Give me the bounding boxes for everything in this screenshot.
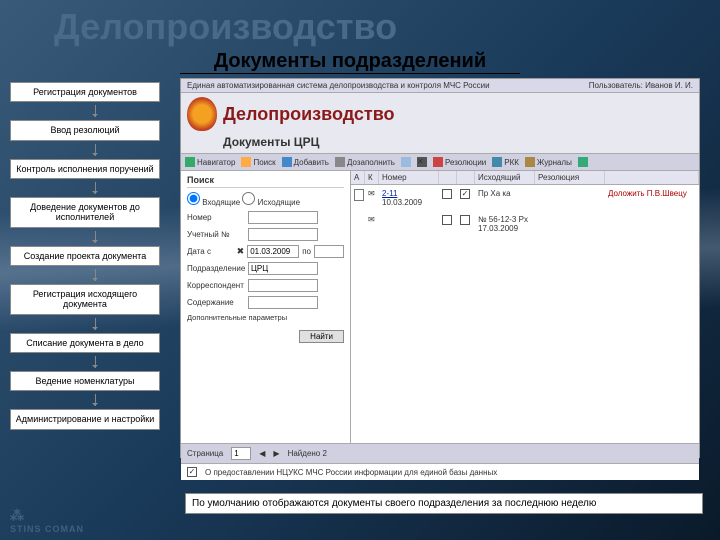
tb-rkk[interactable]: РКК (492, 157, 519, 167)
report-action: Доложить П.В.Швецу (605, 187, 699, 209)
uch-input[interactable] (248, 228, 318, 241)
app-title: Делопроизводство (223, 104, 395, 125)
date-from-input[interactable] (247, 245, 299, 258)
tb-resolutions[interactable]: Резолюции (433, 157, 486, 167)
flag-icon[interactable]: ✓ (460, 189, 470, 199)
search-title: Поиск (187, 175, 344, 188)
content-input[interactable] (248, 296, 318, 309)
tb-delete[interactable]: ✕ (417, 157, 427, 167)
status-bar: Страница ◀▶ Найдено 2 (181, 443, 699, 463)
prev-icon[interactable]: ◀ (259, 449, 265, 458)
step-deliver[interactable]: Доведение документов до исполнителей (10, 197, 160, 228)
page-input[interactable] (231, 447, 251, 460)
radio-outgoing[interactable]: Исходящие (242, 198, 300, 207)
step-resolutions[interactable]: Ввод резолюций (10, 120, 160, 140)
brand-logo: ⁂STINS COMAN (10, 507, 84, 534)
step-control[interactable]: Контроль исполнения поручений (10, 159, 160, 179)
date-to-input[interactable] (314, 245, 344, 258)
emblem-icon (187, 97, 217, 131)
attach-icon (354, 189, 364, 201)
tb-refresh[interactable] (578, 157, 588, 167)
radio-incoming[interactable]: Входящие (187, 198, 240, 207)
step-file[interactable]: Списание документа в дело (10, 333, 160, 353)
tb-journals[interactable]: Журналы (525, 157, 572, 167)
next-icon[interactable]: ▶ (273, 449, 279, 458)
table-row[interactable]: ✉ № 56-12-3 Рх 17.03.2009 (351, 211, 699, 237)
system-name: Единая автоматизированная система делопр… (187, 81, 490, 90)
current-user: Пользователь: Иванов И. И. (589, 81, 693, 90)
workflow-sidebar: Регистрация документов Ввод резолюций Ко… (0, 78, 180, 458)
tb-copy[interactable] (401, 157, 411, 167)
step-nomenclature[interactable]: Ведение номенклатуры (10, 371, 160, 391)
document-list: АК Номер ИсходящийРезолюция ✉ 2-1110.03.… (351, 171, 699, 443)
doc-number-link: 2-11 (382, 189, 397, 198)
app-screenshot: Единая автоматизированная система делопр… (180, 78, 700, 458)
caption: По умолчанию отображаются документы свое… (185, 493, 703, 514)
list-header: АК Номер ИсходящийРезолюция (351, 171, 699, 185)
flag-icon[interactable] (442, 189, 452, 199)
step-draft[interactable]: Создание проекта документа (10, 246, 160, 266)
tb-search[interactable]: Поиск (241, 157, 275, 167)
step-outgoing[interactable]: Регистрация исходящего документа (10, 284, 160, 315)
step-admin[interactable]: Администрирование и настройки (10, 409, 160, 429)
number-input[interactable] (248, 211, 318, 224)
table-row[interactable]: ✉ 2-1110.03.2009 ✓ Пр Ха ка Доложить П.В… (351, 185, 699, 211)
footer-note: О предоставлении НЦУКС МЧС России информ… (205, 468, 497, 477)
corr-input[interactable] (248, 279, 318, 292)
step-register[interactable]: Регистрация документов (10, 82, 160, 102)
subtitle: Документы подразделений (180, 50, 520, 74)
tb-navigator[interactable]: Навигатор (185, 157, 235, 167)
dept-input[interactable] (248, 262, 318, 275)
tb-fill[interactable]: Дозаполнить (335, 157, 395, 167)
section-title: Документы ЦРЦ (181, 135, 699, 153)
search-panel: Поиск Входящие Исходящие Номер Учетный №… (181, 171, 351, 443)
main-title: Делопроизводство (0, 0, 720, 48)
find-button[interactable]: Найти (299, 330, 344, 343)
tb-add[interactable]: Добавить (282, 157, 329, 167)
toolbar: Навигатор Поиск Добавить Дозаполнить ✕ Р… (181, 153, 699, 171)
